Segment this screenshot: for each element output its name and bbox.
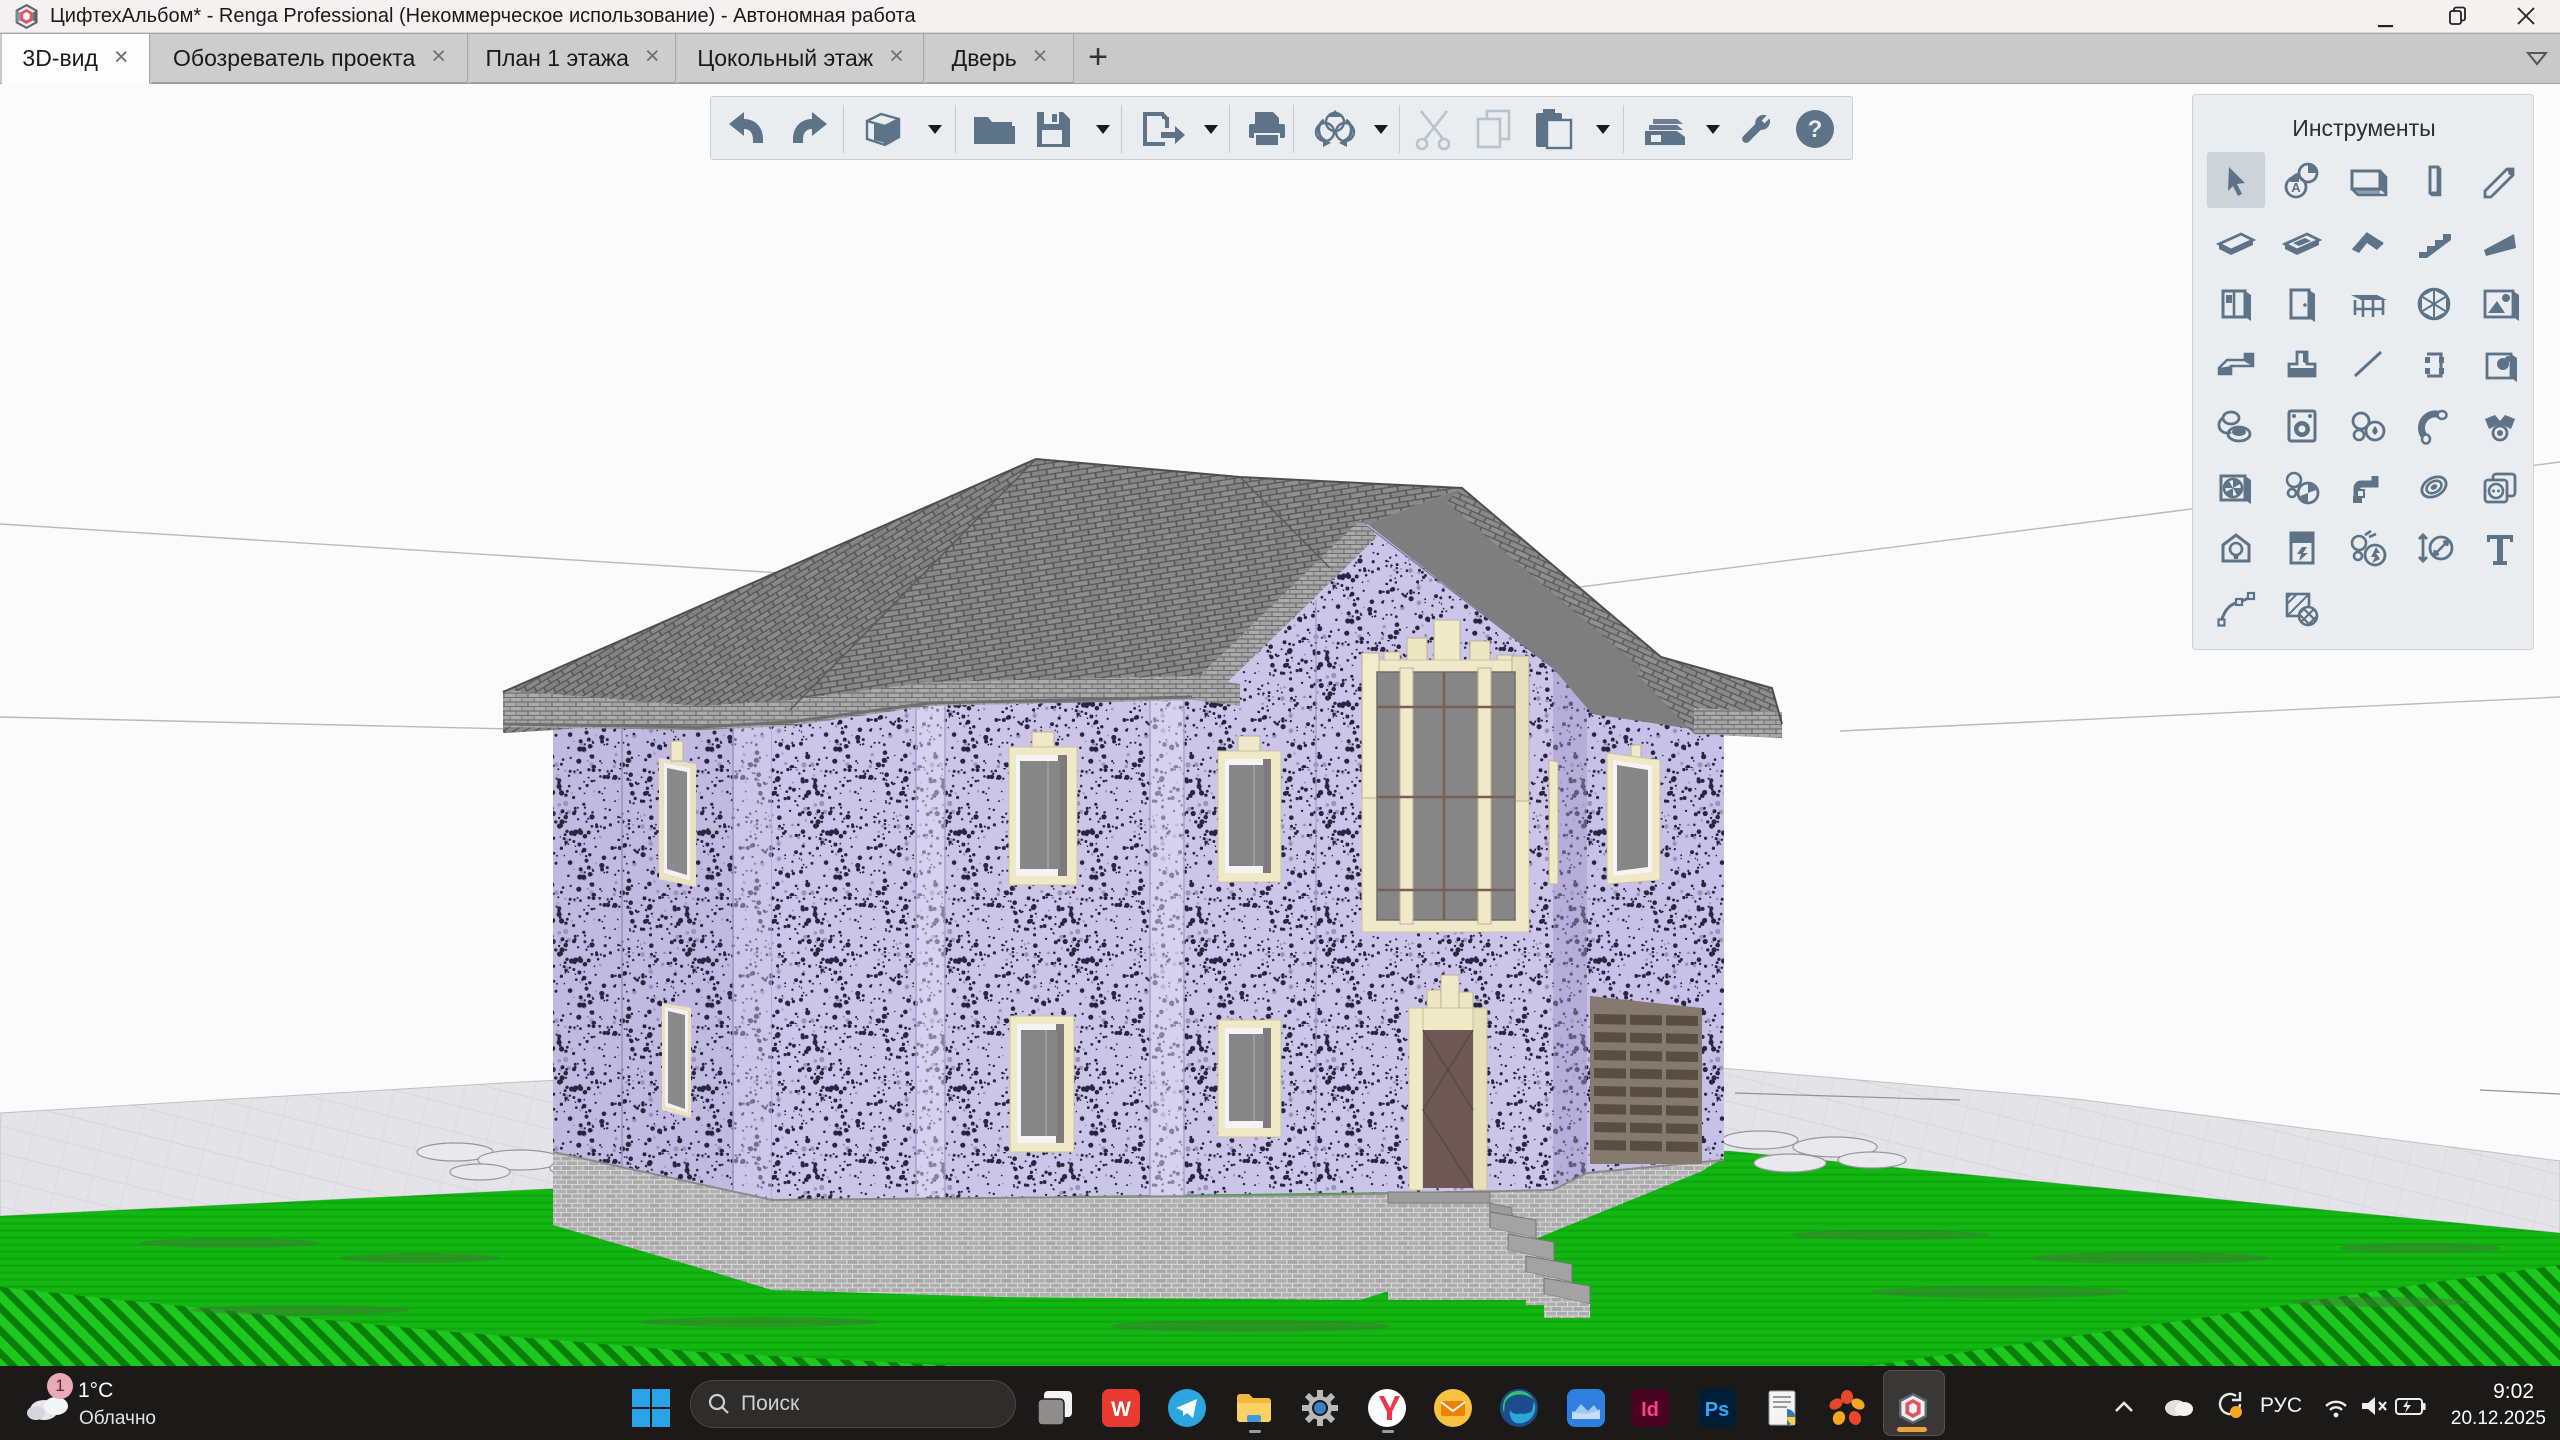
svg-text:?: ? — [1808, 116, 1823, 143]
svg-text:Ps: Ps — [1705, 1399, 1729, 1421]
svg-text:W: W — [1111, 1398, 1131, 1421]
svg-text:Id: Id — [1641, 1399, 1659, 1421]
svg-text:A: A — [2291, 180, 2301, 195]
